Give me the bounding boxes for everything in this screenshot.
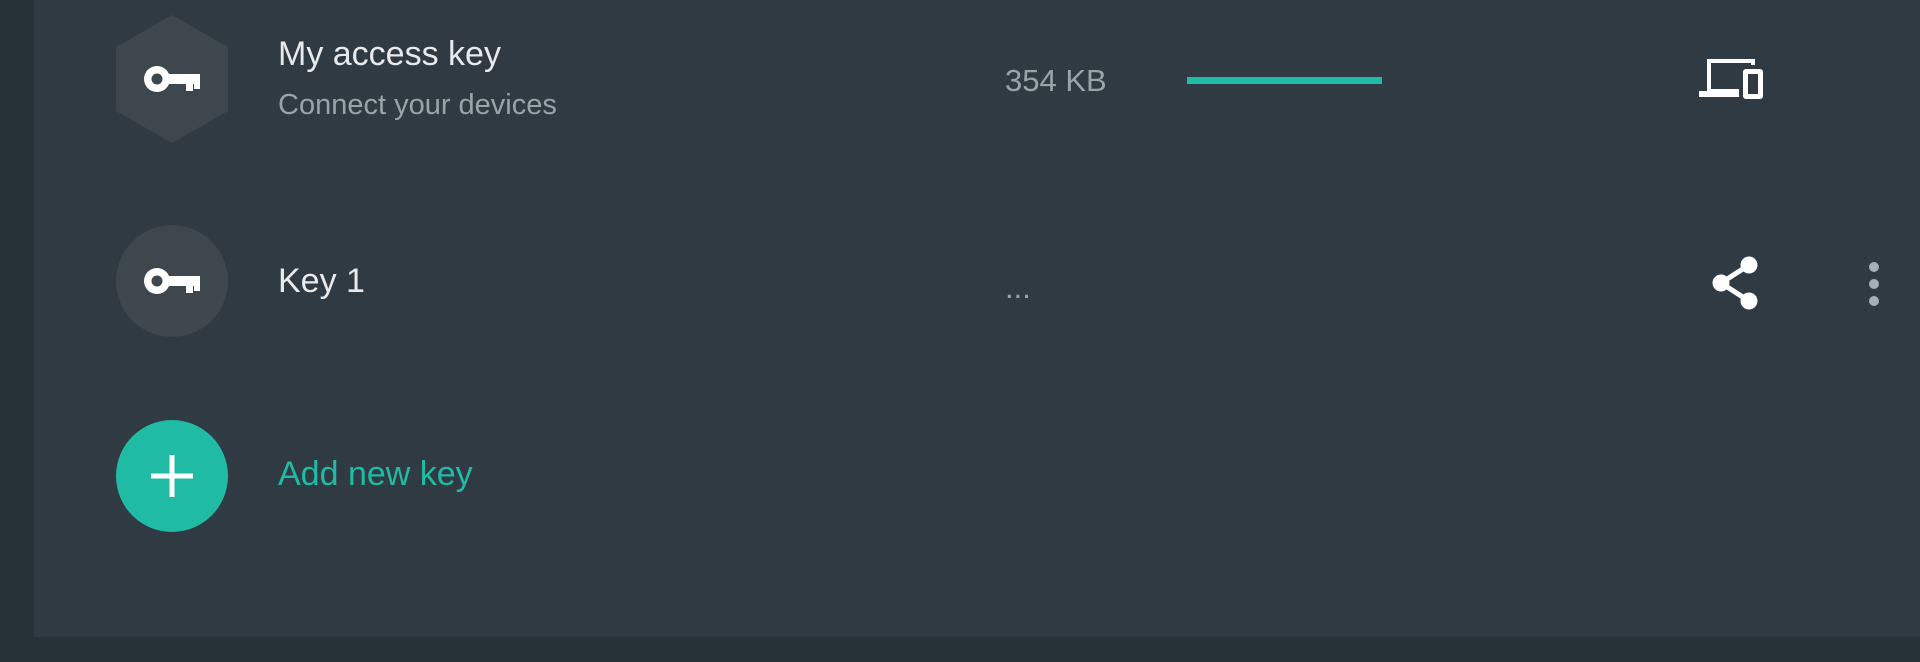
key-title: My access key [278,35,501,73]
key-icon [144,66,200,92]
more-vert-icon [1869,262,1879,306]
plus-icon [151,455,193,497]
add-key-row[interactable]: Add new key [34,405,1920,535]
key-icon [144,268,200,294]
data-usage-bar-fill [1187,77,1382,84]
keys-panel: My access key Connect your devices 354 K… [34,0,1920,637]
share-icon [1712,256,1758,310]
key-avatar-hexagon [116,15,228,143]
list-item-key-1[interactable]: Key 1 ... [34,210,1920,340]
add-new-key-link[interactable]: Add new key [278,455,473,494]
data-usage-label: 354 KB [1005,63,1107,98]
devices-button[interactable] [1697,50,1767,106]
key-avatar-circle [116,225,228,337]
list-item-my-access-key[interactable]: My access key Connect your devices 354 K… [34,0,1920,160]
key-subtitle: Connect your devices [278,89,557,121]
more-options-button[interactable] [1854,254,1894,314]
data-usage-label: ... [1005,270,1031,305]
share-button[interactable] [1704,252,1766,314]
screen: My access key Connect your devices 354 K… [0,0,1920,662]
devices-icon [1699,59,1763,99]
add-key-button[interactable] [116,420,228,532]
key-title: Key 1 [278,262,365,300]
data-usage-bar [1187,77,1382,84]
